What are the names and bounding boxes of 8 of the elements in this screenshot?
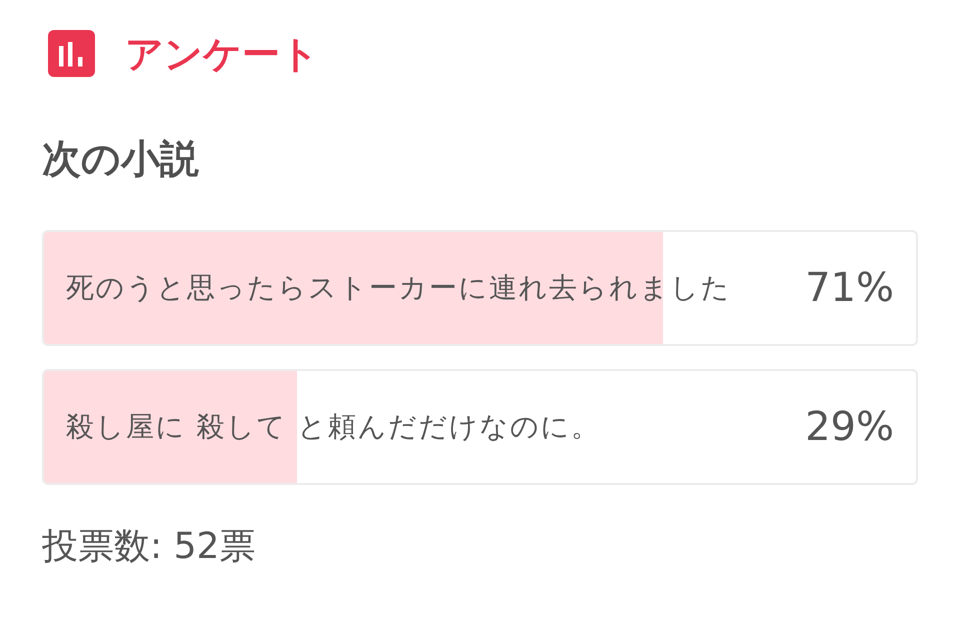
poll-question: 次の小説 [42, 137, 200, 184]
bar-chart-icon [48, 30, 95, 77]
poll-title: アンケート [125, 34, 319, 72]
vote-count: 投票数: 52票 [42, 524, 256, 568]
option-label: 殺し屋に 殺して と頼んだだけなのに。 [66, 408, 600, 445]
option-percent: 29% [805, 402, 894, 452]
option-label: 死のうと思ったらストーカーに連れ去られました [66, 270, 731, 306]
option-percent: 71% [805, 264, 894, 313]
